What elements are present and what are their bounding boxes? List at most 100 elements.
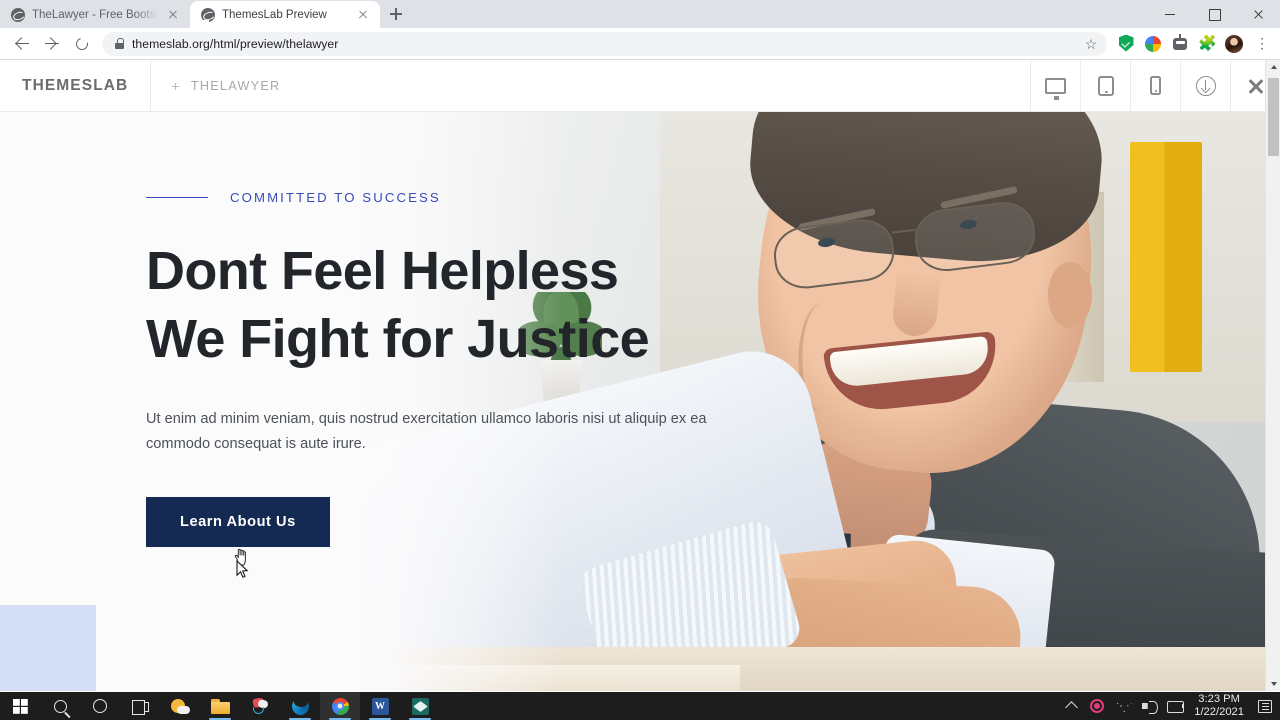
file-explorer[interactable] — [200, 692, 240, 720]
hero-title-line-1: Dont Feel Helpless — [146, 241, 619, 301]
globe-color-icon[interactable] — [1144, 35, 1162, 53]
clock[interactable]: 3:23 PM 1/22/2021 — [1188, 693, 1252, 719]
hero-description: Ut enim ad minim veniam, quis nostrud ex… — [146, 411, 707, 452]
hero-section: COMMITTED TO SUCCESS Dont Feel Helpless … — [0, 112, 1280, 691]
tablet-icon — [1097, 75, 1114, 96]
edge-icon — [291, 696, 309, 715]
url-text: themeslab.org/html/preview/thelawyer — [132, 36, 339, 51]
lock-icon — [115, 38, 124, 49]
battery-status[interactable] — [1162, 692, 1188, 720]
close-icon[interactable] — [355, 7, 371, 23]
volume-control[interactable] — [1136, 692, 1162, 720]
extension-icons: 🧩 ⋮ — [1113, 33, 1272, 53]
learn-about-us-button[interactable]: Learn About Us — [146, 497, 330, 547]
close-icon[interactable] — [1236, 0, 1280, 28]
maximize-icon[interactable] — [1192, 0, 1236, 28]
chrome-icon — [331, 697, 349, 715]
show-hidden-icons[interactable] — [1058, 692, 1084, 720]
weather-app[interactable] — [160, 692, 200, 720]
hero-content: COMMITTED TO SUCCESS Dont Feel Helpless … — [146, 190, 746, 547]
hero-eyebrow-row: COMMITTED TO SUCCESS — [146, 190, 746, 205]
themeslab-brand[interactable]: THEMESLAB — [0, 60, 152, 111]
profile-avatar[interactable] — [1225, 34, 1243, 53]
page-viewport: THEMESLAB + THELAWYER COMMITTED TO SUCCE… — [0, 60, 1280, 691]
robot-icon[interactable] — [1171, 33, 1189, 53]
decorative-square — [0, 605, 96, 691]
window-controls — [1148, 0, 1280, 28]
browser-tab-thelawyer[interactable]: TheLawyer - Free Bootstrap 4 HT — [0, 1, 190, 28]
scroll-up-arrow[interactable] — [1266, 60, 1280, 76]
scroll-down-arrow[interactable] — [1266, 675, 1280, 691]
globe-icon — [11, 7, 25, 22]
desktop-view-button[interactable] — [1030, 60, 1080, 111]
task-view-icon — [131, 699, 149, 715]
system-tray: 3:23 PM 1/22/2021 — [1058, 692, 1280, 720]
address-bar[interactable]: themeslab.org/html/preview/thelawyer ☆ — [102, 31, 1107, 56]
mobile-icon — [1150, 76, 1161, 95]
tab-title: ThemesLab Preview — [222, 8, 327, 21]
desktop-icon — [1045, 77, 1066, 100]
wifi-icon — [1116, 700, 1131, 712]
recording-indicator[interactable] — [1084, 692, 1110, 720]
recording-indicator-icon — [1090, 699, 1105, 713]
download-icon — [1195, 75, 1216, 96]
preview-actions — [1030, 60, 1280, 111]
folder-icon — [210, 698, 230, 714]
scrollbar-thumb[interactable] — [1268, 78, 1279, 156]
search-button[interactable] — [40, 692, 80, 720]
volume-icon — [1142, 700, 1158, 714]
weather-icon — [170, 698, 190, 714]
action-center-icon — [1258, 699, 1272, 713]
hero-title-line-2: We Fight for Justice — [146, 309, 650, 369]
battery-icon — [1166, 700, 1184, 713]
reload-icon[interactable] — [68, 30, 96, 58]
mobile-view-button[interactable] — [1130, 60, 1180, 111]
clock-date: 1/22/2021 — [1194, 706, 1244, 718]
shield-icon[interactable] — [1117, 34, 1135, 53]
forward-arrow-icon[interactable] — [38, 30, 66, 58]
windows-taskbar: W 3:23 PM 1/22/2021 — [0, 692, 1280, 720]
teal-app-icon — [411, 697, 429, 715]
google-chrome[interactable] — [320, 692, 360, 720]
plus-icon: + — [171, 77, 181, 94]
template-name: THELAWYER — [190, 78, 281, 93]
hero-eyebrow: COMMITTED TO SUCCESS — [230, 190, 441, 205]
snip-sketch[interactable] — [240, 692, 280, 720]
start-button[interactable] — [0, 692, 40, 720]
microsoft-edge[interactable] — [280, 692, 320, 720]
action-center-button[interactable] — [1252, 692, 1278, 720]
task-view-button[interactable] — [120, 692, 160, 720]
chevron-up-icon — [1064, 701, 1078, 714]
taskbar-items: W — [0, 692, 440, 720]
download-button[interactable] — [1180, 60, 1230, 111]
kebab-menu-icon[interactable]: ⋮ — [1252, 35, 1272, 53]
themeslab-preview-bar: THEMESLAB + THELAWYER — [0, 60, 1280, 112]
chrome-browser-window: TheLawyer - Free Bootstrap 4 HT ThemesLa… — [0, 0, 1280, 692]
cortana-button[interactable] — [80, 692, 120, 720]
browser-tab-themeslab-preview[interactable]: ThemesLab Preview — [190, 1, 380, 28]
microsoft-word[interactable]: W — [360, 692, 400, 720]
circle-icon — [93, 699, 107, 713]
word-icon: W — [371, 697, 389, 715]
tablet-view-button[interactable] — [1080, 60, 1130, 111]
globe-icon — [201, 7, 215, 22]
windows-logo-icon — [12, 698, 28, 714]
mouse-cursor — [236, 560, 249, 578]
tab-strip: TheLawyer - Free Bootstrap 4 HT ThemesLa… — [0, 0, 1280, 28]
close-icon[interactable] — [165, 7, 181, 23]
template-selector[interactable]: + THELAWYER — [151, 60, 300, 111]
network-status[interactable] — [1110, 692, 1136, 720]
browser-toolbar: themeslab.org/html/preview/thelawyer ☆ 🧩… — [0, 28, 1280, 60]
puzzle-icon[interactable]: 🧩 — [1198, 35, 1217, 53]
page-title: Dont Feel Helpless We Fight for Justice — [146, 237, 746, 373]
star-icon[interactable]: ☆ — [1079, 32, 1103, 56]
clock-time: 3:23 PM — [1198, 693, 1240, 705]
back-arrow-icon[interactable] — [8, 30, 36, 58]
new-tab-button[interactable] — [382, 0, 410, 28]
tab-title: TheLawyer - Free Bootstrap 4 HT — [32, 8, 158, 21]
snip-icon — [251, 696, 270, 714]
teal-app[interactable] — [400, 692, 440, 720]
page-scrollbar[interactable] — [1265, 60, 1280, 691]
minimize-icon[interactable] — [1148, 0, 1192, 28]
